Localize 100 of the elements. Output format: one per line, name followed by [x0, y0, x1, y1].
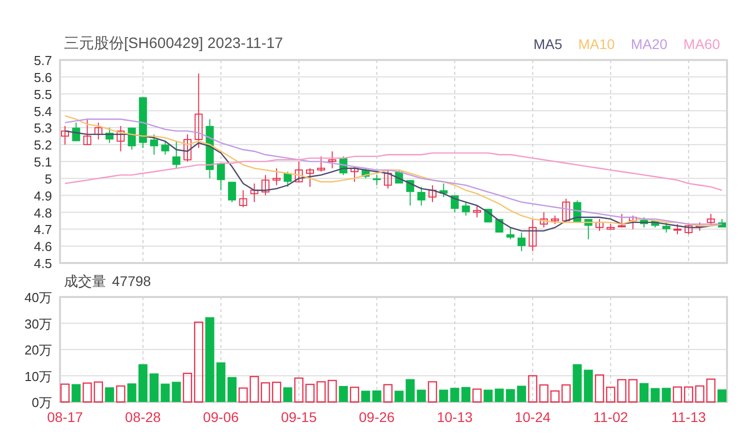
candlestick	[294, 161, 303, 182]
volume-bar	[584, 370, 593, 402]
volume-bar	[461, 387, 470, 402]
axis-label: 5.5	[34, 86, 52, 102]
volume-bar	[650, 388, 660, 402]
volume-bar	[260, 382, 270, 403]
candlestick	[462, 202, 470, 216]
candlestick	[306, 168, 314, 188]
volume-bar	[94, 381, 103, 403]
volume-bar	[695, 385, 704, 403]
volume-bar	[572, 364, 582, 402]
candlestick	[138, 96, 147, 148]
candlestick	[106, 127, 114, 144]
candlestick	[540, 212, 548, 228]
axis-label: 08-28	[125, 409, 161, 425]
volume-bar	[228, 377, 237, 402]
volume-bar	[82, 382, 92, 403]
candlestick	[206, 118, 214, 179]
candlestick	[596, 218, 604, 232]
axis-label: 09-06	[203, 409, 239, 425]
legend-label: MA10	[578, 36, 615, 52]
volume-bar	[127, 383, 136, 402]
candlestick	[128, 127, 136, 150]
volume-bar	[439, 390, 448, 402]
volume-bar	[718, 389, 726, 402]
volume-bar	[494, 388, 504, 402]
volume-bar	[594, 374, 604, 403]
candlestick	[562, 198, 570, 223]
axis-label: 40万	[24, 290, 52, 305]
volume-title: 成交量	[64, 274, 106, 289]
candlestick	[184, 134, 192, 162]
volume-bar	[383, 384, 393, 403]
candlestick	[518, 232, 526, 252]
volume-bar	[617, 379, 626, 403]
axis-label: 10万	[24, 368, 52, 384]
volume-bar	[662, 388, 671, 402]
candlestick	[350, 166, 359, 182]
candlestick	[61, 125, 69, 146]
candlestick	[417, 186, 426, 206]
candlestick	[284, 171, 292, 188]
volume-bar	[539, 384, 548, 403]
volume-bar	[316, 381, 326, 403]
volume-bar	[394, 390, 404, 402]
volume-bar	[350, 386, 360, 403]
candlestick	[228, 181, 236, 203]
volume-bar	[706, 378, 716, 403]
volume-bar	[406, 379, 415, 402]
axis-label: 08-17	[47, 409, 83, 425]
volume-bar	[506, 389, 515, 402]
candlestick	[640, 216, 648, 228]
volume-bar	[562, 384, 571, 403]
candlestick	[239, 190, 248, 208]
volume-bar	[72, 384, 81, 402]
candlestick	[495, 218, 504, 234]
axis-label: 4.5	[34, 256, 52, 271]
volume-bar	[672, 386, 682, 403]
legend-label: MA5	[533, 36, 562, 52]
candlestick	[718, 218, 726, 228]
volume-bar	[150, 373, 159, 402]
volume-bar	[428, 381, 438, 403]
candlestick	[261, 174, 270, 196]
candlestick	[428, 184, 436, 203]
candlestick	[651, 220, 660, 228]
candlestick	[662, 222, 670, 234]
candlestick	[272, 168, 281, 186]
candlestick	[440, 183, 448, 198]
axis-label: 5	[44, 171, 52, 186]
candlestick	[628, 215, 637, 230]
volume-bar	[338, 386, 348, 402]
candlestick	[406, 180, 414, 206]
candlestick	[684, 224, 693, 235]
volume-bar	[606, 386, 616, 403]
axis-label: 4.6	[34, 239, 52, 254]
volume-bar	[216, 362, 226, 402]
volume-bar	[116, 385, 126, 403]
candlestick	[328, 150, 336, 169]
volume-bar	[684, 386, 694, 403]
volume-bar	[272, 382, 282, 403]
volume-bar	[182, 372, 192, 403]
candlestick	[506, 226, 514, 240]
volume-bar	[517, 386, 526, 402]
axis-label: 10-24	[514, 409, 551, 425]
candlestick	[72, 122, 80, 142]
volume-bar	[472, 388, 482, 403]
candlestick	[116, 125, 125, 152]
volume-bar	[361, 390, 370, 402]
axis-label: 09-26	[358, 409, 395, 425]
volume-bar	[640, 383, 649, 402]
candlestick	[372, 174, 381, 186]
candlestick	[150, 134, 158, 156]
axis-label: 0万	[32, 395, 52, 410]
axis-label: 20万	[24, 342, 52, 358]
axis-label: 5.7	[34, 53, 52, 68]
candlestick	[250, 183, 258, 203]
volume-bar	[60, 384, 70, 403]
candlestick	[618, 213, 626, 228]
volume-bar	[450, 388, 460, 402]
volume-bar	[294, 378, 304, 403]
candlestick	[550, 215, 559, 225]
volume-bar	[484, 390, 493, 402]
